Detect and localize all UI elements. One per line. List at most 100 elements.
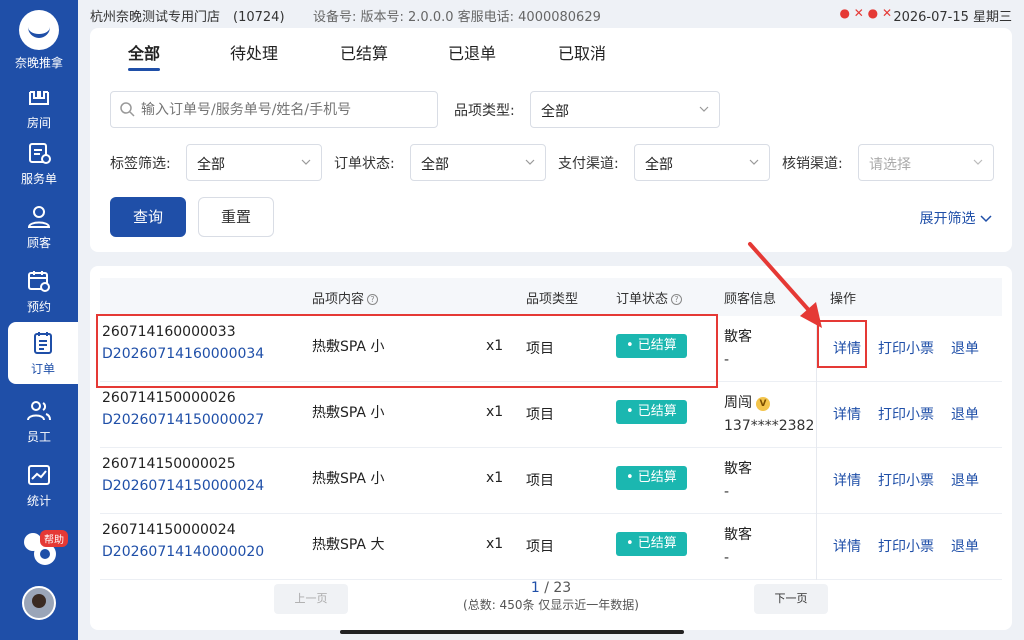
customer-info: 散客 - xyxy=(724,524,752,566)
chevron-down-icon xyxy=(525,159,535,165)
sidebar-item-label: 订单 xyxy=(30,362,55,376)
row-actions: 详情 打印小票 退单 xyxy=(816,514,1002,580)
sidebar-item-room[interactable]: 房间 xyxy=(0,76,78,138)
pagination: 上一页 1 / 23 (总数: 450条 仅显示近一年数据) 下一页 xyxy=(90,576,1012,626)
print-receipt-button[interactable]: 打印小票 xyxy=(878,338,934,358)
print-receipt-button[interactable]: 打印小票 xyxy=(878,404,934,424)
detail-button[interactable]: 详情 xyxy=(833,404,861,424)
sidebar: 奈晚推拿 房间 服务单 顾客 预约 订单 员工 统计 帮助 xyxy=(0,0,78,640)
tag-filter-value: 全部 xyxy=(197,157,225,173)
item-type: 项目 xyxy=(526,407,554,423)
tag-filter-label: 标签筛选: xyxy=(110,156,171,172)
tab-cancelled[interactable]: 已取消 xyxy=(558,40,606,64)
sidebar-item-service-order[interactable]: 服务单 xyxy=(0,132,78,194)
help-badge[interactable]: 帮助 xyxy=(40,530,68,547)
row-highlight-box xyxy=(96,314,718,388)
refund-button[interactable]: 退单 xyxy=(951,338,979,358)
annotation-arrow-icon xyxy=(748,242,822,328)
tab-settled[interactable]: 已结算 xyxy=(340,40,388,64)
refund-button[interactable]: 退单 xyxy=(951,536,979,556)
avatar[interactable] xyxy=(22,586,56,620)
order-icon xyxy=(34,332,52,354)
item-quantity: x1 xyxy=(486,536,504,552)
table-row: 260714150000025 D20260714150000024 热敷SPA… xyxy=(100,448,1002,514)
search-icon xyxy=(120,102,135,117)
search-box[interactable] xyxy=(110,91,438,128)
page-info: 1 / 23 (总数: 450条 仅显示近一年数据) xyxy=(451,580,651,613)
order-status-select[interactable]: 全部 xyxy=(410,144,546,181)
filter-panel: 全部 待处理 已结算 已退单 已取消 品项类型: 全部 标签筛选: 全部 订单状… xyxy=(90,28,1012,252)
item-type: 项目 xyxy=(526,473,554,489)
expand-filter-link[interactable]: 展开筛选 xyxy=(920,208,992,228)
pay-channel-select[interactable]: 全部 xyxy=(634,144,770,181)
sidebar-item-label: 顾客 xyxy=(26,236,51,250)
service-number-link[interactable]: D20260714140000020 xyxy=(102,544,264,560)
item-type-value: 全部 xyxy=(541,104,569,120)
verify-channel-select[interactable]: 请选择 xyxy=(858,144,994,181)
tab-active-indicator xyxy=(128,68,160,71)
reset-button[interactable]: 重置 xyxy=(198,197,274,237)
home-indicator[interactable] xyxy=(340,630,684,634)
tab-all[interactable]: 全部 xyxy=(128,40,160,64)
sidebar-item-stats[interactable]: 统计 xyxy=(0,454,78,516)
service-number-link[interactable]: D20260714150000027 xyxy=(102,412,264,428)
item-quantity: x1 xyxy=(486,470,504,486)
current-page: 1 xyxy=(530,580,540,596)
tab-pending[interactable]: 待处理 xyxy=(230,40,278,64)
refund-button[interactable]: 退单 xyxy=(951,470,979,490)
app-logo: 奈晚推拿 xyxy=(0,10,78,71)
prev-page-button[interactable]: 上一页 xyxy=(274,584,348,614)
item-content: 热敷SPA 大 xyxy=(312,537,385,553)
customer-phone: - xyxy=(724,550,730,566)
item-type-select[interactable]: 全部 xyxy=(530,91,720,128)
query-button[interactable]: 查询 xyxy=(110,197,186,237)
item-type: 项目 xyxy=(526,539,554,555)
col-header-status: 订单状态? xyxy=(616,288,683,307)
sidebar-item-appointment[interactable]: 预约 xyxy=(0,260,78,322)
row-actions: 详情 打印小票 退单 xyxy=(816,448,1002,514)
order-number: 260714150000026 xyxy=(102,390,236,406)
print-receipt-button[interactable]: 打印小票 xyxy=(878,536,934,556)
item-quantity: x1 xyxy=(486,404,504,420)
row-actions: 详情 打印小票 退单 xyxy=(816,382,1002,448)
room-icon xyxy=(29,91,49,105)
pay-channel-value: 全部 xyxy=(645,157,673,173)
chevron-down-icon xyxy=(301,159,311,165)
tag-filter-select[interactable]: 全部 xyxy=(186,144,322,181)
item-content: 热敷SPA 小 xyxy=(312,471,385,487)
item-type-label: 品项类型: xyxy=(454,103,515,119)
system-status-icons: ● ✕ ● ✕ xyxy=(839,6,893,20)
customer-info: 散客 - xyxy=(724,458,752,500)
detail-button[interactable]: 详情 xyxy=(833,536,861,556)
sidebar-item-label: 服务单 xyxy=(20,172,57,186)
verify-channel-label: 核销渠道: xyxy=(782,156,843,172)
table-row: 260714150000024 D20260714140000020 热敷SPA… xyxy=(100,514,1002,580)
status-badge: • 已结算 xyxy=(616,400,687,424)
staff-icon xyxy=(27,401,51,421)
search-input[interactable] xyxy=(141,98,431,122)
print-receipt-button[interactable]: 打印小票 xyxy=(878,470,934,490)
appointment-icon xyxy=(28,271,50,292)
sidebar-item-staff[interactable]: 员工 xyxy=(0,390,78,452)
verify-channel-placeholder: 请选择 xyxy=(869,157,911,173)
logo-name: 奈晚推拿 xyxy=(14,56,63,70)
sidebar-item-customer[interactable]: 顾客 xyxy=(0,196,78,258)
order-status-value: 全部 xyxy=(421,157,449,173)
tab-refunded[interactable]: 已退单 xyxy=(448,40,496,64)
store-name: 杭州奈晚测试专用门店 (10724) xyxy=(90,10,285,25)
record-summary: (总数: 450条 仅显示近一年数据) xyxy=(463,598,639,612)
service-number-link[interactable]: D20260714150000024 xyxy=(102,478,264,494)
sidebar-item-label: 统计 xyxy=(26,494,51,508)
col-header-type: 品项类型 xyxy=(526,292,579,307)
refund-button[interactable]: 退单 xyxy=(951,404,979,424)
sidebar-item-order[interactable]: 订单 xyxy=(8,322,78,384)
order-number: 260714150000025 xyxy=(102,456,236,472)
detail-button[interactable]: 详情 xyxy=(833,470,861,490)
chevron-down-icon xyxy=(699,106,709,112)
help-circle-icon[interactable]: ? xyxy=(367,294,379,305)
next-page-button[interactable]: 下一页 xyxy=(754,584,828,614)
customer-phone: 137****2382 xyxy=(724,418,815,434)
col-header-item: 品项内容? xyxy=(312,288,379,307)
customer-name: 散客 xyxy=(724,461,752,477)
help-circle-icon[interactable]: ? xyxy=(671,294,683,305)
